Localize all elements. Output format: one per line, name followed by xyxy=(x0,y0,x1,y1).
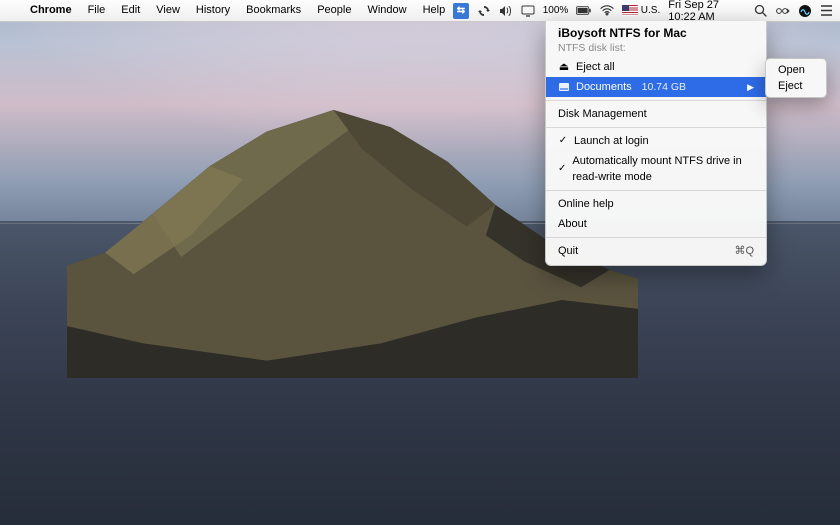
dropdown-title: iBoysoft NTFS for Mac xyxy=(546,21,766,42)
about-label: About xyxy=(558,216,587,232)
disk-submenu: Open Eject xyxy=(765,58,827,98)
separator xyxy=(546,237,766,238)
menu-window[interactable]: Window xyxy=(359,0,414,21)
disk-item-documents[interactable]: Documents 10.74 GB ▶ xyxy=(546,77,766,97)
sync-icon[interactable] xyxy=(477,4,491,18)
eject-icon: ⏏ xyxy=(558,59,570,75)
about-item[interactable]: About xyxy=(546,214,766,234)
menubar-clock[interactable]: Fri Sep 27 10:22 AM xyxy=(668,0,746,23)
quit-label: Quit xyxy=(558,243,578,259)
submenu-open[interactable]: Open xyxy=(766,62,826,78)
menu-history[interactable]: History xyxy=(188,0,238,21)
submenu-arrow-icon: ▶ xyxy=(747,79,754,95)
control-strip-icon[interactable] xyxy=(776,4,790,18)
app-menu[interactable]: Chrome xyxy=(22,0,80,21)
iboysoft-menu-icon[interactable]: ⇆ xyxy=(453,3,469,19)
online-help-label: Online help xyxy=(558,196,614,212)
menu-help[interactable]: Help xyxy=(415,0,454,21)
battery-percentage: 100% xyxy=(543,5,569,16)
volume-icon[interactable] xyxy=(499,4,513,18)
quit-item[interactable]: Quit ⌘Q xyxy=(546,241,766,261)
input-source-label: U.S. xyxy=(641,5,660,16)
menu-edit[interactable]: Edit xyxy=(113,0,148,21)
disk-list-label: NTFS disk list: xyxy=(546,42,766,57)
wifi-icon[interactable] xyxy=(600,4,614,18)
menu-file[interactable]: File xyxy=(80,0,114,21)
separator xyxy=(546,190,766,191)
disk-management-label: Disk Management xyxy=(558,106,754,122)
online-help-item[interactable]: Online help xyxy=(546,194,766,214)
us-flag-icon xyxy=(622,5,638,16)
menu-bookmarks[interactable]: Bookmarks xyxy=(238,0,309,21)
quit-shortcut: ⌘Q xyxy=(734,243,754,259)
siri-icon[interactable] xyxy=(798,4,812,18)
input-source[interactable]: U.S. xyxy=(622,5,660,16)
separator xyxy=(546,100,766,101)
eject-all-label: Eject all xyxy=(576,59,615,75)
menubar: Chrome File Edit View History Bookmarks … xyxy=(0,0,840,22)
eject-all-item[interactable]: ⏏ Eject all xyxy=(546,57,766,77)
iboysoft-dropdown: iBoysoft NTFS for Mac NTFS disk list: ⏏ … xyxy=(545,21,767,266)
menu-people[interactable]: People xyxy=(309,0,359,21)
disk-management-item[interactable]: Disk Management xyxy=(546,104,766,124)
launch-at-login-item[interactable]: ✓ Launch at login xyxy=(546,131,766,151)
spotlight-icon[interactable] xyxy=(754,4,768,18)
display-icon[interactable] xyxy=(521,4,535,18)
battery-full-charging-icon[interactable] xyxy=(576,4,592,18)
auto-mount-label: Automatically mount NTFS drive in read-w… xyxy=(572,153,754,185)
notification-center-icon[interactable] xyxy=(820,4,834,18)
disk-size: 10.74 GB xyxy=(642,79,686,95)
disk-icon xyxy=(558,81,570,93)
check-icon: ✓ xyxy=(558,161,566,177)
launch-at-login-label: Launch at login xyxy=(574,133,649,149)
disk-name: Documents xyxy=(576,79,632,95)
auto-mount-item[interactable]: ✓ Automatically mount NTFS drive in read… xyxy=(546,151,766,187)
submenu-eject[interactable]: Eject xyxy=(766,78,826,94)
separator xyxy=(546,127,766,128)
menu-view[interactable]: View xyxy=(148,0,188,21)
check-icon: ✓ xyxy=(558,133,568,149)
